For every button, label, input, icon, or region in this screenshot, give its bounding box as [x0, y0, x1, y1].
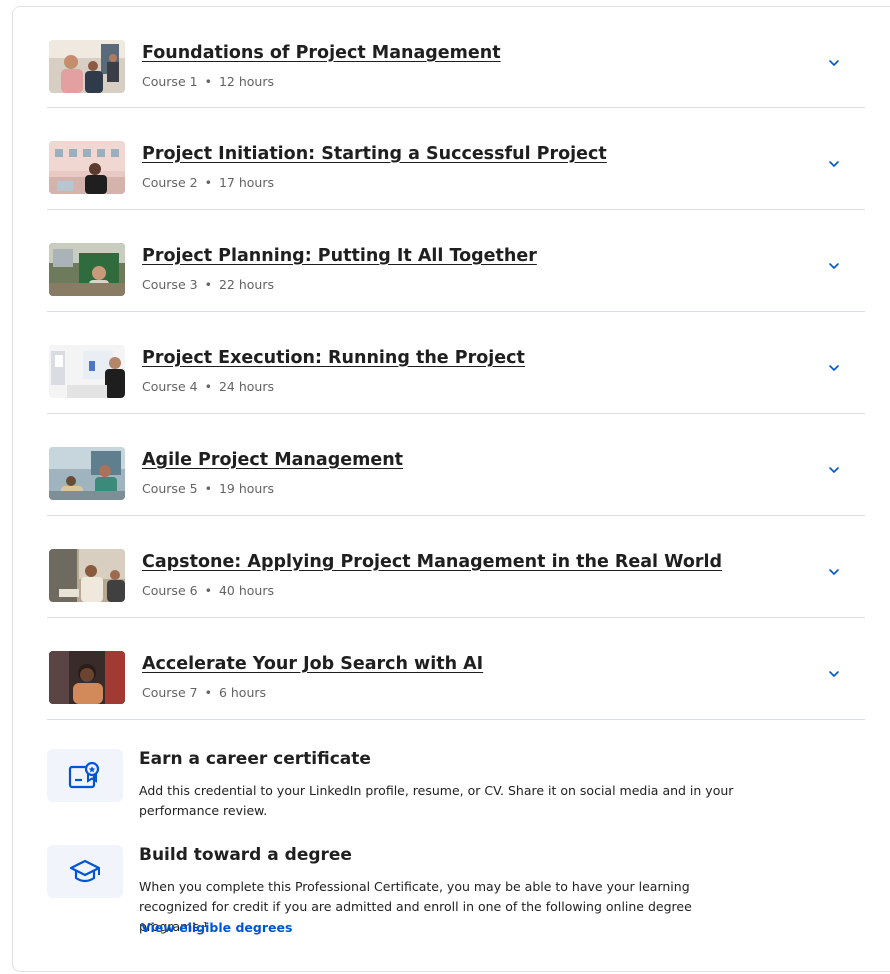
meta-separator: •: [204, 379, 212, 394]
course-title[interactable]: Project Planning: Putting It All Togethe…: [142, 246, 537, 266]
course-list-card: Foundations of Project Management Course…: [12, 6, 890, 972]
certificate-icon: [68, 761, 100, 788]
course-1-image: [49, 40, 125, 93]
course-6-image: [49, 549, 125, 602]
benefit-title: Earn a career certificate: [139, 749, 371, 769]
course-title[interactable]: Project Initiation: Starting a Successfu…: [142, 144, 607, 164]
course-title[interactable]: Accelerate Your Job Search with AI: [142, 654, 483, 674]
course-thumbnail[interactable]: [49, 141, 125, 194]
chevron-down-icon[interactable]: [827, 463, 841, 477]
course-number: Course 5: [142, 481, 198, 496]
course-duration: 12 hours: [218, 74, 274, 89]
course-meta: Course 1 • 12 hours: [142, 74, 274, 89]
course-4-image: [49, 345, 125, 398]
meta-separator: •: [204, 175, 212, 190]
chevron-down-icon[interactable]: [827, 667, 841, 681]
benefit-description: Add this credential to your LinkedIn pro…: [139, 783, 734, 818]
course-duration: 17 hours: [218, 175, 274, 190]
meta-separator: •: [204, 583, 212, 598]
benefit-title: Build toward a degree: [139, 845, 352, 865]
course-title[interactable]: Project Execution: Running the Project: [142, 348, 525, 368]
meta-separator: •: [204, 481, 212, 496]
course-row-2[interactable]: Project Initiation: Starting a Successfu…: [47, 108, 865, 210]
course-2-image: [49, 141, 125, 194]
course-duration: 40 hours: [218, 583, 274, 598]
course-number: Course 2: [142, 175, 198, 190]
course-row-3[interactable]: Project Planning: Putting It All Togethe…: [47, 210, 865, 312]
course-thumbnail[interactable]: [49, 345, 125, 398]
course-number: Course 6: [142, 583, 198, 598]
course-number: Course 7: [142, 685, 198, 700]
course-title[interactable]: Foundations of Project Management: [142, 43, 501, 63]
course-number: Course 3: [142, 277, 198, 292]
course-row-6[interactable]: Capstone: Applying Project Management in…: [47, 516, 865, 618]
course-meta: Course 5 • 19 hours: [142, 481, 274, 496]
meta-separator: •: [204, 74, 212, 89]
course-meta: Course 6 • 40 hours: [142, 583, 274, 598]
course-meta: Course 3 • 22 hours: [142, 277, 274, 292]
course-7-image: [49, 651, 125, 704]
chevron-down-icon[interactable]: [827, 56, 841, 70]
chevron-down-icon[interactable]: [827, 565, 841, 579]
course-duration: 24 hours: [218, 379, 274, 394]
course-list: Foundations of Project Management Course…: [47, 7, 865, 720]
course-row-4[interactable]: Project Execution: Running the Project C…: [47, 312, 865, 414]
chevron-down-icon[interactable]: [827, 361, 841, 375]
course-thumbnail[interactable]: [49, 549, 125, 602]
course-row-7[interactable]: Accelerate Your Job Search with AI Cours…: [47, 618, 865, 720]
chevron-down-icon[interactable]: [827, 259, 841, 273]
course-duration: 6 hours: [218, 685, 267, 700]
course-duration: 22 hours: [218, 277, 274, 292]
course-meta: Course 7 • 6 hours: [142, 685, 266, 700]
course-row-5[interactable]: Agile Project Management Course 5 • 19 hou…: [47, 414, 865, 516]
course-title[interactable]: Capstone: Applying Project Management in…: [142, 552, 722, 572]
course-thumbnail[interactable]: [49, 243, 125, 296]
course-meta: Course 4 • 24 hours: [142, 379, 274, 394]
graduation-cap-icon: [69, 859, 101, 882]
course-thumbnail[interactable]: [49, 447, 125, 500]
course-thumbnail[interactable]: [49, 40, 125, 93]
view-eligible-degrees-link[interactable]: View eligible degrees: [141, 920, 292, 935]
course-title[interactable]: Agile Project Management: [142, 450, 403, 470]
chevron-down-icon[interactable]: [827, 157, 841, 171]
degree-icon-box: [47, 845, 123, 898]
course-number: Course 4: [142, 379, 198, 394]
course-row-1[interactable]: Foundations of Project Management Course…: [47, 7, 865, 108]
course-meta: Course 2 • 17 hours: [142, 175, 274, 190]
certificate-icon-box: [47, 749, 123, 802]
course-duration: 19 hours: [218, 481, 274, 496]
course-number: Course 1: [142, 74, 198, 89]
course-thumbnail[interactable]: [49, 651, 125, 704]
meta-separator: •: [204, 685, 212, 700]
meta-separator: •: [204, 277, 212, 292]
course-5-image: [49, 447, 125, 500]
course-3-image: [49, 243, 125, 296]
